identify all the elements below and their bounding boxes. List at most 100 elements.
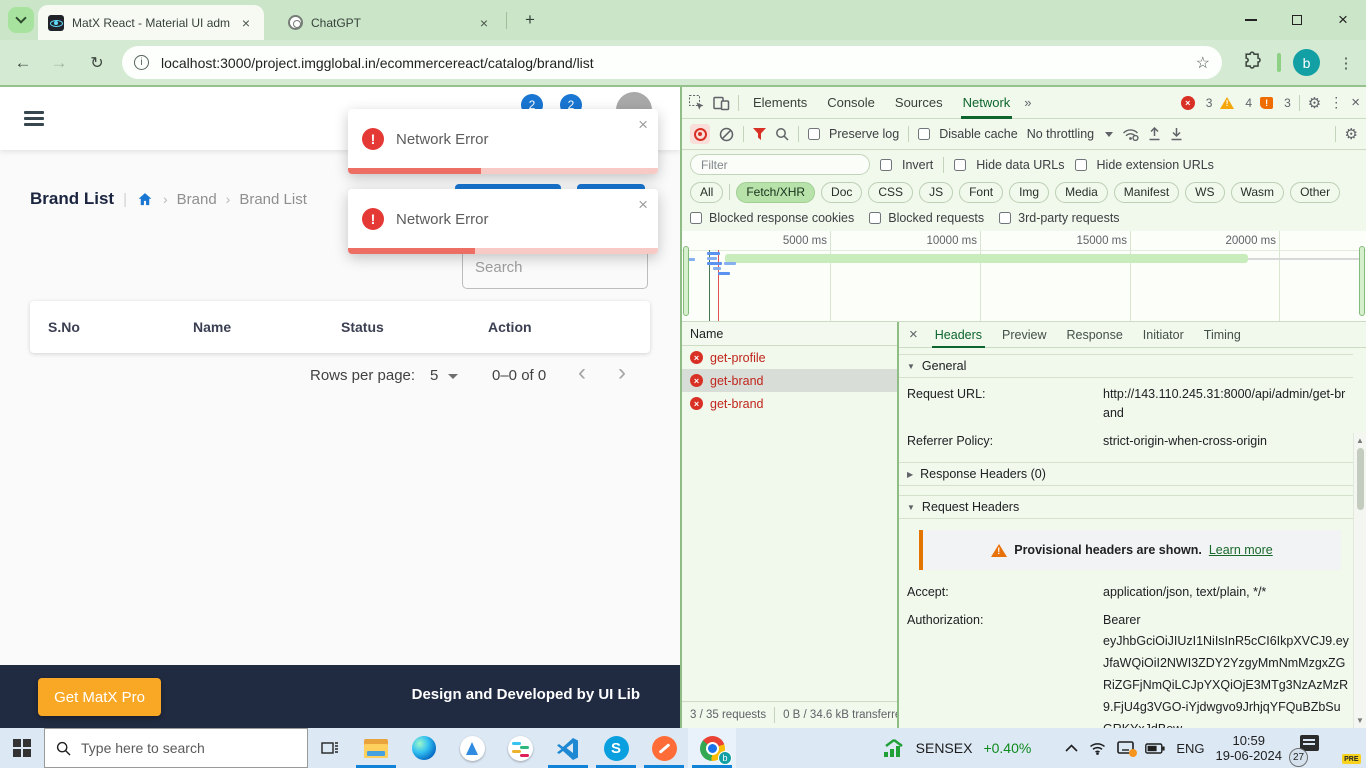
wifi-icon[interactable] bbox=[1089, 742, 1106, 755]
taskbar-compass-app[interactable] bbox=[448, 728, 496, 768]
request-row[interactable]: × get-brand bbox=[682, 392, 897, 415]
chip-doc[interactable]: Doc bbox=[821, 182, 862, 203]
new-tab-button[interactable]: + bbox=[518, 8, 542, 32]
scrollbar-thumb[interactable] bbox=[1357, 448, 1364, 510]
filter-input[interactable] bbox=[690, 154, 870, 175]
export-har-icon[interactable] bbox=[1170, 127, 1183, 141]
reload-button[interactable]: ↻ bbox=[84, 50, 110, 76]
display-status-icon[interactable] bbox=[1117, 741, 1134, 755]
timeline-left-handle[interactable] bbox=[683, 246, 689, 316]
chip-manifest[interactable]: Manifest bbox=[1114, 182, 1179, 203]
start-button[interactable] bbox=[0, 728, 44, 768]
taskbar-clock[interactable]: 10:59 19-06-2024 bbox=[1216, 733, 1283, 763]
import-har-icon[interactable] bbox=[1148, 127, 1161, 141]
blocked-requests-checkbox[interactable] bbox=[869, 212, 881, 224]
chip-js[interactable]: JS bbox=[919, 182, 953, 203]
console-warnings-icon[interactable] bbox=[1220, 97, 1234, 109]
tab-elements[interactable]: Elements bbox=[747, 87, 813, 119]
stock-ticker-name[interactable]: SENSEX bbox=[916, 740, 973, 756]
requests-column-header[interactable]: Name bbox=[682, 322, 897, 346]
browser-menu-icon[interactable]: ⋮ bbox=[1334, 49, 1358, 76]
window-restore-button[interactable] bbox=[1274, 0, 1320, 40]
filter-icon[interactable] bbox=[753, 128, 766, 140]
tab-close-icon[interactable]: × bbox=[238, 15, 254, 31]
back-button[interactable]: ← bbox=[10, 50, 36, 76]
chip-ws[interactable]: WS bbox=[1185, 182, 1224, 203]
tab-timing[interactable]: Timing bbox=[1195, 322, 1250, 348]
devtools-menu-icon[interactable]: ⋮ bbox=[1329, 94, 1343, 111]
request-row[interactable]: × get-profile bbox=[682, 346, 897, 369]
copilot-preview[interactable]: PRE bbox=[1330, 733, 1358, 763]
chip-img[interactable]: Img bbox=[1009, 182, 1049, 203]
record-network-icon[interactable] bbox=[690, 124, 710, 144]
breadcrumb-brand[interactable]: Brand bbox=[177, 191, 217, 208]
disable-cache-checkbox[interactable] bbox=[918, 128, 930, 140]
taskbar-chrome[interactable]: b bbox=[688, 728, 736, 768]
timeline-right-handle[interactable] bbox=[1359, 246, 1365, 316]
get-matx-pro-button[interactable]: Get MatX Pro bbox=[38, 678, 161, 716]
rows-per-page-caret-icon[interactable] bbox=[448, 374, 458, 379]
devtools-settings-icon[interactable]: ⚙ bbox=[1308, 94, 1321, 112]
general-section-header[interactable]: ▼ General bbox=[899, 354, 1353, 378]
chip-other[interactable]: Other bbox=[1290, 182, 1340, 203]
tray-expand-icon[interactable] bbox=[1065, 744, 1078, 752]
network-conditions-icon[interactable] bbox=[1122, 128, 1139, 141]
extensions-icon[interactable] bbox=[1243, 51, 1262, 70]
tab-network[interactable]: Network bbox=[957, 87, 1017, 119]
chip-wasm[interactable]: Wasm bbox=[1231, 182, 1285, 203]
request-row-selected[interactable]: × get-brand bbox=[682, 369, 897, 392]
site-info-icon[interactable]: i bbox=[134, 55, 149, 70]
devtools-close-icon[interactable]: × bbox=[1351, 94, 1360, 111]
taskbar-vscode[interactable] bbox=[544, 728, 592, 768]
blocked-response-cookies-checkbox[interactable] bbox=[690, 212, 702, 224]
close-detail-icon[interactable]: × bbox=[903, 326, 924, 343]
browser-tab-matx[interactable]: MatX React - Material UI admin × bbox=[38, 5, 264, 40]
url-text[interactable]: localhost:3000/project.imgglobal.in/ecom… bbox=[161, 55, 1196, 71]
bookmark-star-icon[interactable]: ☆ bbox=[1196, 53, 1210, 73]
next-page-icon[interactable]: › bbox=[618, 359, 626, 387]
chip-fetch-xhr[interactable]: Fetch/XHR bbox=[736, 182, 815, 203]
more-tabs-icon[interactable]: » bbox=[1024, 95, 1031, 110]
toast-close-icon[interactable]: × bbox=[638, 115, 648, 135]
notification-center[interactable]: 27 bbox=[1293, 733, 1319, 763]
detail-scrollbar[interactable]: ▲ ▼ bbox=[1353, 433, 1366, 728]
taskbar-search[interactable]: Type here to search bbox=[44, 728, 308, 768]
profile-avatar[interactable]: b bbox=[1293, 49, 1320, 76]
taskbar-edge[interactable] bbox=[400, 728, 448, 768]
inspect-element-icon[interactable] bbox=[688, 94, 705, 111]
breadcrumb-brand-list[interactable]: Brand List bbox=[239, 191, 307, 208]
request-headers-section-header[interactable]: ▼ Request Headers bbox=[899, 495, 1353, 519]
chip-font[interactable]: Font bbox=[959, 182, 1003, 203]
response-headers-section-header[interactable]: ▶ Response Headers (0) bbox=[899, 462, 1353, 486]
pinned-extension-icon[interactable] bbox=[1277, 53, 1281, 72]
device-toolbar-icon[interactable] bbox=[713, 95, 730, 111]
chip-css[interactable]: CSS bbox=[868, 182, 913, 203]
tab-headers[interactable]: Headers bbox=[926, 322, 991, 348]
address-bar[interactable]: i localhost:3000/project.imgglobal.in/ec… bbox=[122, 46, 1222, 79]
scroll-down-icon[interactable]: ▼ bbox=[1356, 713, 1364, 728]
menu-hamburger-icon[interactable] bbox=[24, 111, 44, 129]
throttling-select[interactable]: No throttling bbox=[1027, 127, 1094, 141]
third-party-requests-checkbox[interactable] bbox=[999, 212, 1011, 224]
taskbar-postman[interactable] bbox=[640, 728, 688, 768]
issues-icon[interactable]: ! bbox=[1260, 97, 1273, 109]
network-overview-timeline[interactable]: 5000 ms 10000 ms 15000 ms 20000 ms bbox=[682, 231, 1366, 322]
browser-tab-chatgpt[interactable]: ChatGPT × bbox=[278, 5, 502, 40]
forward-button[interactable]: → bbox=[46, 50, 72, 76]
console-errors-icon[interactable]: × bbox=[1181, 96, 1195, 110]
tab-search-button[interactable] bbox=[8, 7, 34, 33]
task-view-button[interactable] bbox=[308, 728, 352, 768]
chip-media[interactable]: Media bbox=[1055, 182, 1108, 203]
chip-all[interactable]: All bbox=[690, 182, 723, 203]
clear-network-icon[interactable] bbox=[719, 127, 734, 142]
taskbar-slack[interactable] bbox=[496, 728, 544, 768]
stock-ticker-change[interactable]: +0.40% bbox=[983, 740, 1031, 756]
learn-more-link[interactable]: Learn more bbox=[1209, 543, 1273, 557]
home-icon[interactable] bbox=[136, 191, 154, 208]
window-minimize-button[interactable] bbox=[1228, 0, 1274, 40]
previous-page-icon[interactable]: ‹ bbox=[578, 359, 586, 387]
battery-icon[interactable] bbox=[1145, 743, 1165, 754]
hide-data-urls-checkbox[interactable] bbox=[954, 159, 966, 171]
preserve-log-checkbox[interactable] bbox=[808, 128, 820, 140]
tab-close-icon[interactable]: × bbox=[476, 15, 492, 31]
